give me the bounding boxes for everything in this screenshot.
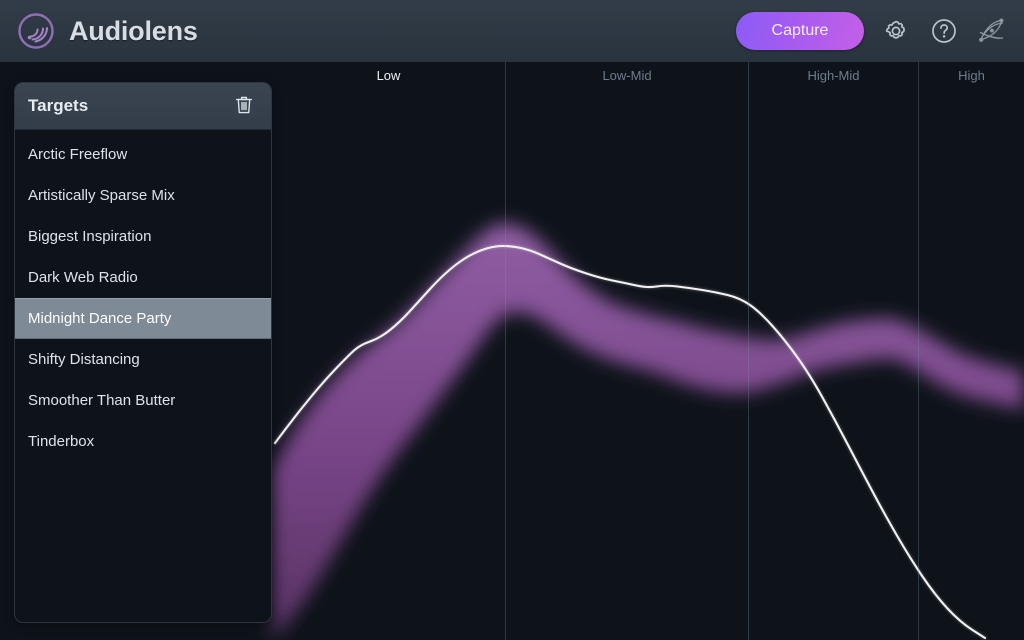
vendor-logo-button[interactable]	[976, 15, 1008, 47]
settings-button[interactable]	[880, 15, 912, 47]
help-button[interactable]	[928, 15, 960, 47]
audiolens-window: Audiolens Capture	[0, 0, 1024, 640]
target-list-item[interactable]: Shifty Distancing	[15, 339, 271, 380]
target-item-label: Shifty Distancing	[28, 351, 140, 368]
target-list-item[interactable]: Artistically Sparse Mix	[15, 175, 271, 216]
band-label[interactable]: High	[919, 68, 1024, 83]
audiolens-logo-icon	[16, 11, 56, 51]
target-list-item[interactable]: Tinderbox	[15, 421, 271, 462]
app-title: Audiolens	[69, 16, 198, 47]
app-header: Audiolens Capture	[0, 0, 1024, 62]
band-label[interactable]: Low	[272, 68, 505, 83]
targets-panel: Targets Arctic Freeflow Artistically Spar…	[14, 82, 272, 623]
gear-icon	[882, 17, 910, 45]
target-item-label: Smoother Than Butter	[28, 392, 175, 409]
target-item-label: Midnight Dance Party	[28, 310, 171, 327]
trash-icon	[233, 94, 255, 119]
target-item-label: Arctic Freeflow	[28, 146, 127, 163]
question-mark-icon	[930, 17, 958, 45]
target-item-label: Dark Web Radio	[28, 269, 138, 286]
target-list-item[interactable]: Midnight Dance Party	[15, 298, 271, 339]
band-label[interactable]: Low-Mid	[506, 68, 748, 83]
targets-title: Targets	[28, 96, 88, 116]
target-item-label: Tinderbox	[28, 433, 94, 450]
target-item-label: Artistically Sparse Mix	[28, 187, 175, 204]
brand: Audiolens	[16, 11, 198, 51]
target-list-item[interactable]: Biggest Inspiration	[15, 216, 271, 257]
header-actions: Capture	[736, 12, 1008, 50]
target-item-label: Biggest Inspiration	[28, 228, 151, 245]
target-list-item[interactable]: Dark Web Radio	[15, 257, 271, 298]
target-list-item[interactable]: Smoother Than Butter	[15, 380, 271, 421]
band-label[interactable]: High-Mid	[749, 68, 918, 83]
delete-target-button[interactable]	[231, 93, 257, 119]
capture-button[interactable]: Capture	[736, 12, 864, 50]
targets-panel-header: Targets	[15, 83, 271, 130]
izotope-logo-icon	[975, 14, 1009, 48]
targets-list[interactable]: Arctic Freeflow Artistically Sparse Mix Bi…	[15, 130, 271, 462]
target-list-item[interactable]: Arctic Freeflow	[15, 134, 271, 175]
